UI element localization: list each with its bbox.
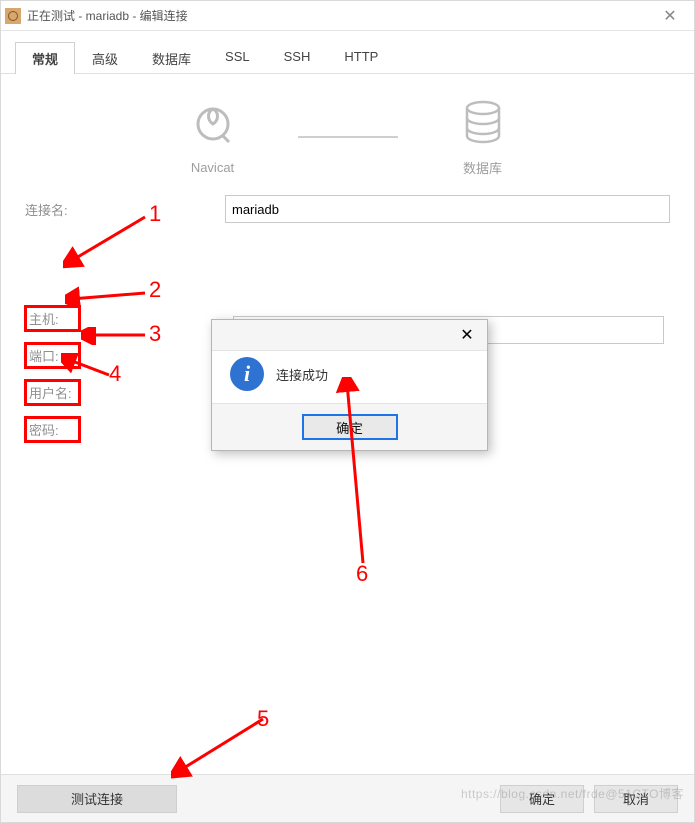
database-icon-col: 数据库: [428, 96, 538, 177]
ok-button[interactable]: 确定: [500, 785, 584, 813]
cancel-button[interactable]: 取消: [594, 785, 678, 813]
test-connection-button[interactable]: 测试连接: [17, 785, 177, 813]
tab-advanced[interactable]: 高级: [75, 42, 135, 74]
titlebar: 正在测试 - mariadb - 编辑连接 ✕: [1, 1, 694, 31]
dialog-ok-button[interactable]: 确定: [302, 414, 398, 440]
password-label: 密码:: [25, 417, 80, 442]
tab-ssl[interactable]: SSL: [208, 42, 267, 74]
window-close-button[interactable]: ✕: [650, 2, 690, 30]
tab-database[interactable]: 数据库: [135, 42, 208, 74]
dialog-footer: 确定: [212, 404, 487, 450]
conn-name-input[interactable]: [225, 195, 670, 223]
field-labels-stack: 主机: 端口: 用户名: 密码:: [25, 306, 80, 448]
conn-name-label: 连接名:: [25, 200, 225, 219]
tab-ssh[interactable]: SSH: [267, 42, 328, 74]
content-area: Navicat 数据库 连接名: 主机: 端口:: [1, 74, 694, 774]
user-label: 用户名:: [25, 380, 80, 405]
window-title: 正在测试 - mariadb - 编辑连接: [27, 7, 650, 24]
tab-general[interactable]: 常规: [15, 42, 75, 74]
info-dialog: ✕ i 连接成功 确定: [211, 319, 488, 451]
navicat-icon: [189, 102, 237, 150]
port-label: 端口:: [25, 343, 80, 368]
app-icon: [5, 8, 21, 24]
window: 正在测试 - mariadb - 编辑连接 ✕ 常规 高级 数据库 SSL SS…: [0, 0, 695, 823]
info-icon: i: [230, 357, 264, 391]
dialog-titlebar: ✕: [212, 320, 487, 350]
navicat-label: Navicat: [158, 160, 268, 175]
database-label: 数据库: [428, 158, 538, 177]
tabs: 常规 高级 数据库 SSL SSH HTTP: [1, 31, 694, 74]
host-label: 主机:: [25, 306, 80, 331]
connector-line: [298, 136, 398, 138]
tab-http[interactable]: HTTP: [327, 42, 395, 74]
database-icon: [461, 100, 505, 148]
dialog-close-button[interactable]: ✕: [447, 321, 487, 349]
dialog-message: 连接成功: [276, 365, 328, 384]
conn-name-row: 连接名:: [25, 195, 670, 223]
navicat-icon-col: Navicat: [158, 98, 268, 175]
dialog-body: i 连接成功: [212, 350, 487, 404]
footer-bar: 测试连接 确定 取消: [1, 774, 694, 822]
icons-row: Navicat 数据库: [25, 96, 670, 177]
